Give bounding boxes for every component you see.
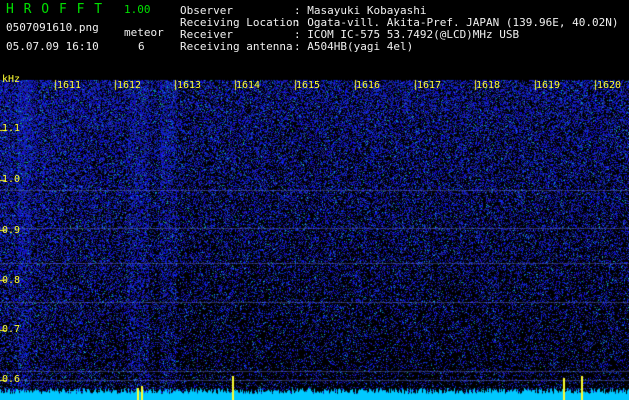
y-tick-0-9: 0.9 [2,225,21,236]
meteor-count: 6 [138,40,145,53]
y-tick-1-1: 1.1 [2,123,21,134]
app-version: 1.00 [124,3,151,16]
meteor-label: meteor [124,26,164,39]
y-tick-0-8: 0.8 [2,275,21,286]
x-tick-1611: 1611 [57,80,82,91]
filename: 0507091610.png [6,21,99,34]
spectrogram-canvas [0,0,629,400]
info-label-antenna: Receiving antenna [180,40,293,53]
x-tick-1617: 1617 [417,80,442,91]
app-title: H R O F F T [6,2,104,17]
y-tick-0-6: 0.6 [2,374,21,385]
x-tick-1614: 1614 [236,80,261,91]
y-tick-1-0: 1.0 [2,174,21,185]
x-tick-1613: 1613 [177,80,202,91]
info-value-antenna: : A504HB(yagi 4el) [294,40,414,53]
x-tick-1616: 1616 [356,80,381,91]
x-tick-1612: 1612 [117,80,142,91]
y-tick-0-7: 0.7 [2,324,21,335]
x-tick-1615: 1615 [296,80,321,91]
x-tick-1620: 1620 [597,80,622,91]
y-axis-unit: kHz [2,74,21,85]
datetime: 05.07.09 16:10 [6,40,99,53]
x-tick-1619: 1619 [536,80,561,91]
x-tick-1618: 1618 [476,80,501,91]
